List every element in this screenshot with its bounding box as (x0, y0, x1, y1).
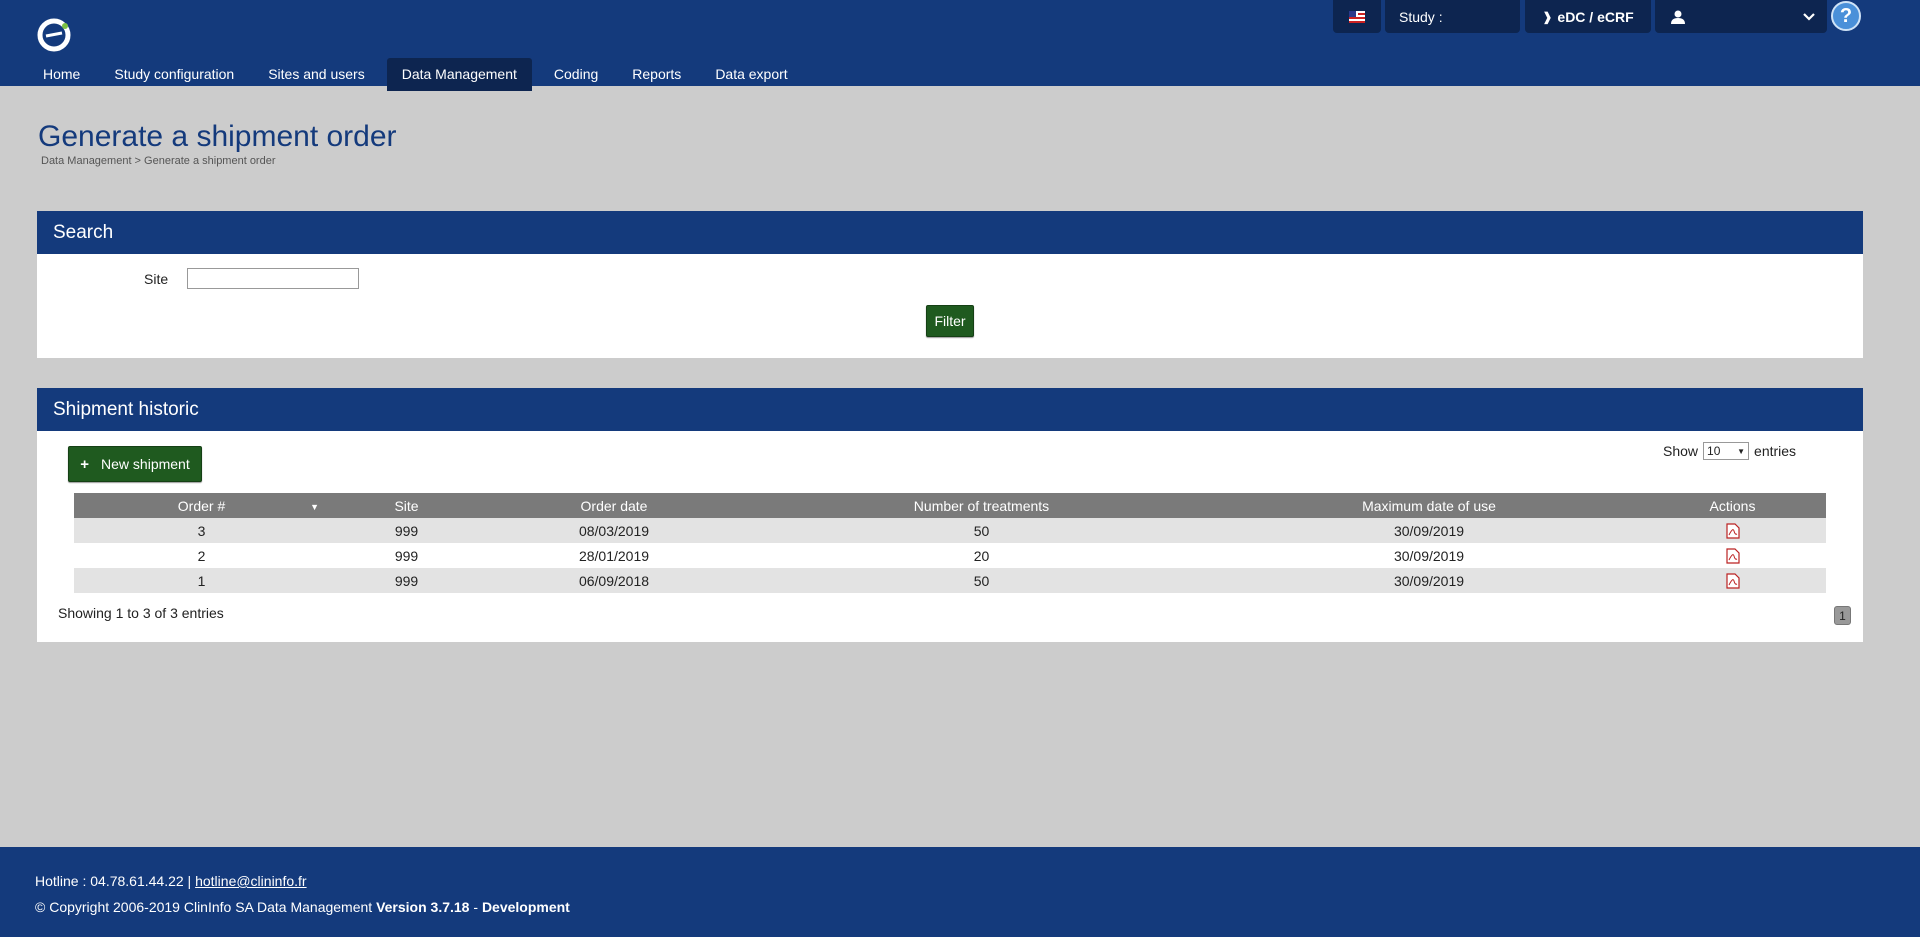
column-header-order[interactable]: Order # ▼ (74, 493, 329, 518)
cell-site: 999 (329, 543, 484, 568)
cell-actions (1639, 518, 1826, 543)
page-size-select[interactable]: 10 ▼ (1703, 442, 1750, 460)
breadcrumb: Data Management > Generate a shipment or… (41, 155, 276, 167)
caret-down-icon: ▼ (1737, 446, 1746, 456)
edc-ecrf-button[interactable]: ❱ eDC / eCRF (1525, 0, 1651, 33)
cell-order-date: 06/09/2018 (484, 568, 744, 593)
edc-label: eDC / eCRF (1557, 8, 1634, 25)
user-icon (1671, 10, 1685, 24)
cell-order-date: 28/01/2019 (484, 543, 744, 568)
study-label: Study : (1399, 8, 1443, 25)
column-header-max-date[interactable]: Maximum date of use (1219, 493, 1639, 518)
hotline-email-link[interactable]: hotline@clininfo.fr (195, 873, 307, 889)
cell-order: 3 (74, 518, 329, 543)
copyright-text: © Copyright 2006-2019 ClinInfo SA Data M… (35, 899, 373, 915)
showing-entries-info: Showing 1 to 3 of 3 entries (58, 605, 224, 621)
new-shipment-button[interactable]: + New shipment (68, 446, 202, 482)
pdf-icon[interactable] (1725, 548, 1740, 564)
entries-label: entries (1754, 443, 1797, 459)
nav-data-export[interactable]: Data export (703, 58, 799, 91)
cell-actions (1639, 543, 1826, 568)
shipment-historic-panel: Shipment historic + New shipment Show 10… (37, 388, 1863, 642)
version-text: Version 3.7.18 (376, 899, 470, 915)
plus-icon: + (80, 455, 90, 473)
nav-data-management[interactable]: Data Management (386, 58, 532, 91)
cell-site: 999 (329, 518, 484, 543)
column-header-label: Order # (177, 497, 226, 514)
page-size-control: Show 10 ▼ entries (1663, 442, 1796, 460)
cell-max-date: 30/09/2019 (1219, 568, 1639, 593)
sort-desc-icon: ▼ (310, 502, 319, 512)
show-label: Show (1663, 443, 1699, 459)
cell-treatments: 50 (744, 568, 1219, 593)
cell-treatments: 50 (744, 518, 1219, 543)
site-input[interactable] (187, 268, 359, 289)
user-menu[interactable] (1655, 0, 1827, 33)
copyright: © Copyright 2006-2019 ClinInfo SA Data M… (35, 899, 570, 915)
pagination-page-1[interactable]: 1 (1834, 606, 1851, 625)
separator-text: - (473, 899, 479, 915)
hotline-text: Hotline : 04.78.61.44.22 | (35, 873, 192, 889)
app-footer: Hotline : 04.78.61.44.22 | hotline@clini… (0, 847, 1920, 937)
hotline: Hotline : 04.78.61.44.22 | hotline@clini… (35, 873, 307, 889)
main-nav: Home Study configuration Sites and users… (31, 58, 810, 91)
app-logo[interactable] (37, 18, 71, 52)
language-flag-button[interactable] (1333, 0, 1381, 33)
flag-icon (1349, 10, 1365, 23)
new-shipment-label: New shipment (101, 456, 190, 472)
cell-order: 1 (74, 568, 329, 593)
cell-order-date: 08/03/2019 (484, 518, 744, 543)
login-icon: ❱ (1542, 9, 1553, 24)
column-header-site[interactable]: Site (329, 493, 484, 518)
help-icon: ? (1839, 4, 1853, 27)
nav-study-configuration[interactable]: Study configuration (102, 58, 246, 91)
page-size-value: 10 (1707, 444, 1721, 458)
column-header-actions: Actions (1639, 493, 1826, 518)
search-heading: Search (37, 211, 1863, 254)
cell-max-date: 30/09/2019 (1219, 543, 1639, 568)
pdf-icon[interactable] (1725, 573, 1740, 589)
cell-max-date: 30/09/2019 (1219, 518, 1639, 543)
shipment-table: Order # ▼ Site Order date Number of trea… (74, 493, 1826, 593)
page-title: Generate a shipment order (38, 120, 397, 153)
site-label: Site (144, 271, 169, 287)
cell-order: 2 (74, 543, 329, 568)
pdf-icon[interactable] (1725, 523, 1740, 539)
help-button[interactable]: ? (1831, 1, 1861, 31)
nav-home[interactable]: Home (31, 58, 92, 91)
column-header-treatments[interactable]: Number of treatments (744, 493, 1219, 518)
cell-actions (1639, 568, 1826, 593)
nav-sites-and-users[interactable]: Sites and users (256, 58, 377, 91)
search-panel: Search Site Filter (37, 211, 1863, 358)
environment-text: Development (481, 899, 570, 915)
table-header-row: Order # ▼ Site Order date Number of trea… (74, 493, 1826, 518)
table-row: 1 999 06/09/2018 50 30/09/2019 (74, 568, 1826, 593)
table-row: 3 999 08/03/2019 50 30/09/2019 (74, 518, 1826, 543)
cell-site: 999 (329, 568, 484, 593)
historic-heading: Shipment historic (37, 388, 1863, 431)
nav-coding[interactable]: Coding (542, 58, 610, 91)
column-header-order-date[interactable]: Order date (484, 493, 744, 518)
app-header: Study : ❱ eDC / eCRF ? Home Study config… (0, 0, 1920, 91)
cell-treatments: 20 (744, 543, 1219, 568)
chevron-down-icon (1803, 12, 1815, 21)
study-selector[interactable]: Study : (1385, 0, 1520, 33)
filter-button[interactable]: Filter (926, 305, 974, 337)
nav-reports[interactable]: Reports (620, 58, 693, 91)
table-row: 2 999 28/01/2019 20 30/09/2019 (74, 543, 1826, 568)
